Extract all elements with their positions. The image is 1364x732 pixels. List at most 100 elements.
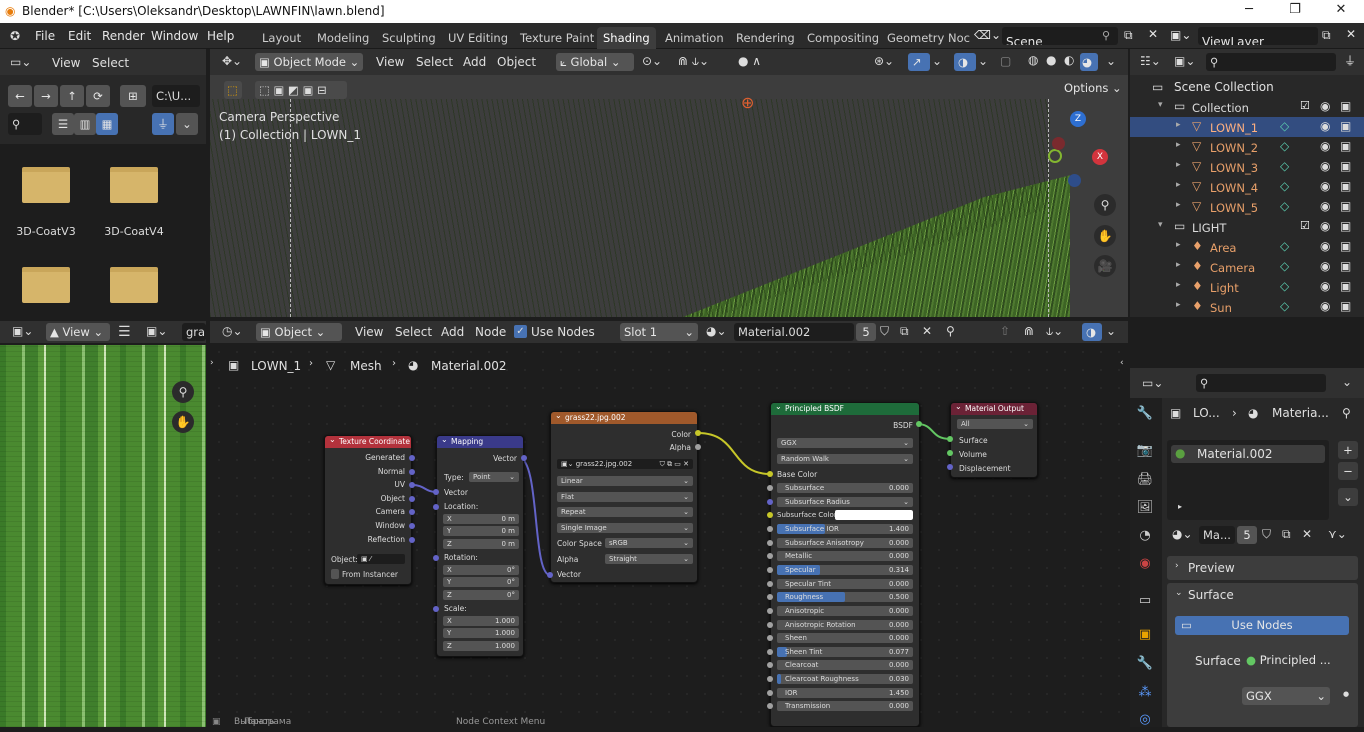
mapping-rot-y[interactable]: Y 0° — [443, 577, 519, 588]
bsdf-field-transmission[interactable]: Transmission 0.000 — [777, 701, 913, 712]
bsdf-field-specular[interactable]: Specular 0.314 — [777, 564, 913, 575]
material-shading-icon[interactable]: ◐ — [1064, 54, 1074, 66]
render-camera-icon[interactable]: ▣ — [1340, 259, 1351, 273]
surface-shader-button[interactable]: ● Principled ... — [1242, 651, 1330, 669]
image-browse-field[interactable]: ▣⌄ grass22.jpg.002 ⛉ ⧉ ▭ ✕ — [557, 459, 693, 469]
node-socket[interactable] — [767, 525, 773, 532]
outliner-item[interactable]: ▸ ▽ LOWN_3 ◇ ◉ ▣ — [1130, 157, 1364, 177]
refresh-button[interactable]: ⟳ — [86, 85, 110, 107]
viewport-editor-type-icon[interactable]: ✥⌄ — [222, 55, 242, 67]
bsdf-field-specular-tint[interactable]: Specular Tint 0.000 — [777, 578, 913, 589]
bsdf-field-subsurface-anisotropy[interactable]: Subsurface Anisotropy 0.000 — [777, 537, 913, 548]
node-socket[interactable] — [947, 450, 953, 456]
scene-selector[interactable]: Scene — [1002, 27, 1118, 45]
folder-item[interactable] — [108, 267, 178, 327]
remove-view-layer-icon[interactable]: ✕ — [1346, 27, 1356, 41]
view-layer-tab-icon[interactable]: 🖼 — [1135, 500, 1155, 520]
bsdf-field-subsurface-radius[interactable]: Subsurface Radius ⌄ — [777, 496, 913, 507]
expand-icon[interactable]: ▸ — [1176, 300, 1181, 310]
outliner-item[interactable]: ▸ ▽ LOWN_4 ◇ ◉ ▣ — [1130, 177, 1364, 197]
thumbnails-button[interactable]: ▦ — [96, 113, 118, 135]
bsdf-field-roughness[interactable]: Roughness 0.500 — [777, 592, 913, 603]
expand-icon[interactable]: ▸ — [1176, 180, 1181, 190]
visibility-eye-icon[interactable]: ◉ — [1320, 179, 1330, 193]
bsdf-field-clearcoat-roughness[interactable]: Clearcoat Roughness 0.030 — [777, 674, 913, 685]
surface-panel[interactable]: ⌄ Surface ▭ Use Nodes Surface ● Principle… — [1167, 583, 1358, 727]
path-field[interactable]: C:\U... — [152, 85, 200, 107]
parent-dir-button[interactable]: ↑ — [60, 85, 84, 107]
minimize-button[interactable]: ─ — [1226, 2, 1272, 17]
workspace-tab-2[interactable]: Sculpting — [376, 27, 442, 49]
workspace-tab-3[interactable]: UV Editing — [442, 27, 514, 49]
node-socket[interactable] — [767, 580, 773, 587]
expand-icon[interactable]: ▸ — [1176, 160, 1181, 170]
expand-icon[interactable]: ▸ — [1176, 260, 1181, 270]
outliner-item[interactable]: ▸ ▽ LOWN_5 ◇ ◉ ▣ — [1130, 197, 1364, 217]
particles-tab-icon[interactable]: ⁂ — [1135, 685, 1155, 705]
texture-coordinate-node[interactable]: Texture Coordinate Generated Normal UV Obje… — [324, 435, 412, 585]
image-texture-header[interactable]: grass22.jpg.002 — [551, 412, 697, 424]
close-button[interactable]: ✕ — [1318, 2, 1364, 17]
fb-select-menu[interactable]: Select — [92, 56, 129, 70]
bsdf-field-subsurface[interactable]: Subsurface 0.000 — [777, 483, 913, 493]
options-dropdown[interactable]: Options ⌄ — [1060, 79, 1122, 97]
menu-render[interactable]: Render — [102, 29, 145, 43]
menu-icon[interactable]: ☰ — [118, 325, 131, 339]
overlay-toggle[interactable]: ◑ — [954, 53, 976, 71]
new-view-layer-icon[interactable]: ⧉ — [1322, 28, 1331, 43]
view-layer-selector[interactable]: ViewLayer — [1198, 27, 1318, 45]
scene-browse-icon[interactable]: ⌫⌄ — [974, 28, 1001, 42]
expand-icon[interactable]: ▾ — [1158, 220, 1163, 230]
output-target-dropdown[interactable]: All ⌄ — [957, 419, 1033, 429]
blender-menu-icon[interactable]: ✪ — [10, 29, 20, 43]
mapping-header[interactable]: Mapping — [437, 436, 523, 448]
workspace-tab-6[interactable]: Animation — [659, 27, 730, 49]
mapping-scl-z[interactable]: Z 1.000 — [443, 640, 519, 651]
bsdf-header[interactable]: Principled BSDF — [771, 403, 919, 415]
node-socket[interactable] — [695, 430, 701, 436]
outliner-item[interactable]: ▾ ▭ LIGHT ☑ ◉ ▣ — [1130, 217, 1364, 237]
pin-icon[interactable]: ⚲ — [1102, 29, 1110, 42]
viewport-object-menu[interactable]: Object — [497, 55, 536, 69]
render-camera-icon[interactable]: ▣ — [1340, 99, 1351, 113]
node-socket[interactable] — [433, 606, 439, 612]
mapping-loc-x[interactable]: X0 m — [443, 514, 519, 524]
node-socket[interactable] — [547, 572, 553, 578]
output-header[interactable]: Material Output — [951, 403, 1037, 415]
proportional-edit-icon[interactable]: ● ∧ — [738, 55, 761, 67]
visibility-eye-icon[interactable]: ◉ — [1320, 199, 1330, 213]
visibility-eye-icon[interactable]: ◉ — [1320, 159, 1330, 173]
expand-icon[interactable]: ▸ — [1176, 200, 1181, 210]
menu-help[interactable]: Help — [207, 29, 234, 43]
collection-tab-icon[interactable]: ▭ — [1135, 593, 1155, 613]
visibility-eye-icon[interactable]: ◉ — [1320, 139, 1330, 153]
prop-pin-icon[interactable]: ⚲ — [1342, 407, 1351, 419]
mapping-scl-x[interactable]: X 1.000 — [443, 616, 519, 626]
output-tab-icon[interactable]: 🖨 — [1135, 472, 1155, 492]
bsdf-field-clearcoat[interactable]: Clearcoat 0.000 — [777, 660, 913, 671]
node-socket[interactable] — [409, 455, 415, 461]
wireframe-shading-icon[interactable]: ◍ — [1028, 54, 1038, 66]
outliner-item[interactable]: ▸ ♦ Sun ◇ ◉ ▣ — [1130, 297, 1364, 317]
xray-icon[interactable]: ▢ — [1000, 55, 1011, 67]
workspace-tab-4[interactable]: Texture Paint — [514, 27, 600, 49]
outliner-display-mode-icon[interactable]: ▣⌄ — [1174, 55, 1195, 67]
image-name-field[interactable]: gra — [182, 323, 206, 341]
outliner-item[interactable]: ▾ ▭ Collection ☑ ◉ ▣ — [1130, 97, 1364, 117]
slot-specials-button[interactable]: ⌄ — [1338, 488, 1358, 506]
interpolation-dropdown[interactable]: Linear ⌄ — [557, 476, 693, 486]
properties-search[interactable]: ⚲ — [1196, 374, 1326, 392]
outliner-item[interactable]: ▸ ♦ Light ◇ ◉ ▣ — [1130, 277, 1364, 297]
transform-orientation[interactable]: ⟀ Global ⌄ — [556, 53, 634, 71]
bsdf-field-subsurface-ior[interactable]: Subsurface IOR 1.400 — [777, 523, 913, 534]
expand-icon[interactable]: ▸ — [1176, 280, 1181, 290]
search-button[interactable]: ⚲ — [8, 113, 42, 135]
color-space-dropdown[interactable]: sRGB ⌄ — [605, 538, 693, 548]
bsdf-field-sheen[interactable]: Sheen 0.000 — [777, 633, 913, 644]
horizontal-list-button[interactable]: ▥ — [74, 113, 96, 135]
outliner-item[interactable]: ▸ ▽ LOWN_2 ◇ ◉ ▣ — [1130, 137, 1364, 157]
visibility-eye-icon[interactable]: ◉ — [1320, 279, 1330, 293]
editor-type-icon[interactable]: ▭⌄ — [10, 56, 31, 68]
alpha-mode-dropdown[interactable]: Straight ⌄ — [605, 554, 693, 564]
render-camera-icon[interactable]: ▣ — [1340, 299, 1351, 313]
